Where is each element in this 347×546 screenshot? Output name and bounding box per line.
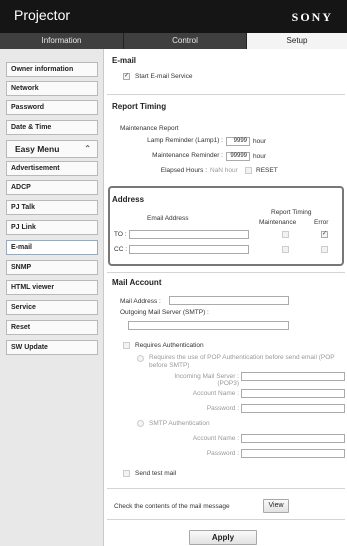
account-name-2-input[interactable]	[241, 434, 345, 443]
account-name-label: Account Name :	[192, 390, 239, 397]
mail-address-input[interactable]	[169, 296, 289, 305]
cc-email-input[interactable]	[129, 245, 249, 254]
sidebar-item-network[interactable]: Network	[6, 81, 98, 96]
view-button[interactable]: View	[263, 499, 289, 513]
check-contents-label: Check the contents of the mail message	[114, 503, 230, 510]
maintenance-reminder-unit: hour	[253, 153, 267, 160]
password-2-label: Password :	[206, 450, 239, 457]
apply-button[interactable]: Apply	[189, 530, 257, 545]
to-email-input[interactable]	[129, 230, 249, 239]
reset-label: RESET	[256, 167, 278, 174]
sidebar-item-service[interactable]: Service	[6, 300, 98, 315]
sidebar-group-easy-menu[interactable]: Easy Menu ⌃	[6, 140, 98, 158]
lamp-reminder-input[interactable]: 9999	[226, 137, 250, 146]
lamp-reminder-unit: hour	[253, 138, 267, 145]
to-maintenance-checkbox[interactable]	[282, 231, 289, 238]
tab-setup[interactable]: Setup	[247, 33, 347, 49]
password-label: Password :	[206, 405, 239, 412]
mail-address-label: Mail Address :	[120, 298, 161, 305]
to-error-checkbox[interactable]: ✓	[321, 231, 328, 238]
pop-before-smtp-label: Requires the use of POP Authentication b…	[149, 354, 335, 369]
incoming-server-sub: (POP3)	[217, 380, 239, 387]
collapse-chevron-icon: ⌃	[84, 144, 91, 153]
requires-auth-label: Requires Authentication	[135, 342, 204, 349]
sidebar-item-advertisement[interactable]: Advertisement	[6, 161, 98, 176]
main-panel: E-mail ✓ Start E-mail Service Report Tim…	[105, 49, 347, 546]
sidebar-item-owner-information[interactable]: Owner information	[6, 62, 98, 77]
email-section-title: E-mail	[112, 56, 137, 65]
incoming-server-label: Incoming Mail Server :	[174, 373, 239, 380]
report-timing-header: Report Timing	[271, 209, 312, 216]
start-email-service-label: Start E-mail Service	[135, 73, 193, 80]
maintenance-reminder-input[interactable]: 99999	[226, 152, 250, 161]
cc-label: CC :	[114, 246, 127, 253]
password-2-input[interactable]	[241, 449, 345, 458]
sidebar-item-pj-link[interactable]: PJ Link	[6, 220, 98, 235]
send-test-mail-label: Send test mail	[135, 470, 177, 477]
start-email-service-checkbox[interactable]: ✓	[123, 73, 130, 80]
sidebar-item-reset[interactable]: Reset	[6, 320, 98, 335]
tab-information[interactable]: Information	[0, 33, 124, 49]
report-timing-title: Report Timing	[112, 102, 167, 111]
mail-account-title: Mail Account	[112, 278, 162, 287]
brand-logo: SONY	[291, 10, 333, 24]
lamp-reminder-label: Lamp Reminder (Lamp1) :	[147, 137, 223, 144]
smtp-auth-radio[interactable]	[137, 420, 144, 427]
password-input[interactable]	[241, 404, 345, 413]
sidebar-item-snmp[interactable]: SNMP	[6, 260, 98, 275]
divider	[107, 272, 345, 273]
address-title: Address	[112, 195, 145, 204]
cc-maintenance-checkbox[interactable]	[282, 246, 289, 253]
requires-auth-checkbox[interactable]	[123, 342, 130, 349]
app-title: Projector	[14, 7, 71, 23]
divider	[107, 519, 345, 520]
maintenance-reminder-label: Maintenance Reminder :	[152, 152, 223, 159]
error-header: Error	[314, 219, 329, 226]
sidebar-item-password[interactable]: Password	[6, 100, 98, 115]
sidebar: Owner information Network Password Date …	[0, 49, 104, 546]
app-header: Projector SONY	[0, 0, 347, 33]
pop-before-smtp-radio[interactable]	[137, 355, 144, 362]
sidebar-item-pj-talk[interactable]: PJ Talk	[6, 200, 98, 215]
smtp-server-input[interactable]	[128, 321, 289, 330]
sidebar-item-email[interactable]: E-mail	[6, 240, 98, 255]
divider	[107, 94, 345, 95]
account-name-input[interactable]	[241, 389, 345, 398]
smtp-label: Outgoing Mail Server (SMTP) :	[120, 309, 209, 316]
cc-error-checkbox[interactable]	[321, 246, 328, 253]
account-name-2-label: Account Name :	[192, 435, 239, 442]
to-label: TO :	[114, 231, 127, 238]
reset-checkbox[interactable]	[245, 167, 252, 174]
elapsed-hours-label: Elapsed Hours :	[160, 167, 207, 174]
tab-bar: Information Control Setup	[0, 33, 347, 49]
tab-control[interactable]: Control	[124, 33, 247, 49]
sidebar-item-sw-update[interactable]: SW Update	[6, 340, 98, 355]
send-test-mail-checkbox[interactable]	[123, 470, 130, 477]
elapsed-hours-value: NaN hour	[210, 167, 238, 174]
smtp-auth-label: SMTP Authentication	[149, 420, 210, 427]
sidebar-item-html-viewer[interactable]: HTML viewer	[6, 280, 98, 295]
sidebar-item-date-time[interactable]: Date & Time	[6, 120, 98, 135]
maintenance-report-label: Maintenance Report	[120, 125, 179, 132]
incoming-server-input[interactable]	[241, 372, 345, 381]
email-address-header: Email Address	[147, 215, 189, 222]
maintenance-header: Maintenance	[259, 219, 297, 226]
sidebar-group-label: Easy Menu	[15, 144, 60, 154]
sidebar-item-adcp[interactable]: ADCP	[6, 180, 98, 195]
divider	[107, 488, 345, 489]
